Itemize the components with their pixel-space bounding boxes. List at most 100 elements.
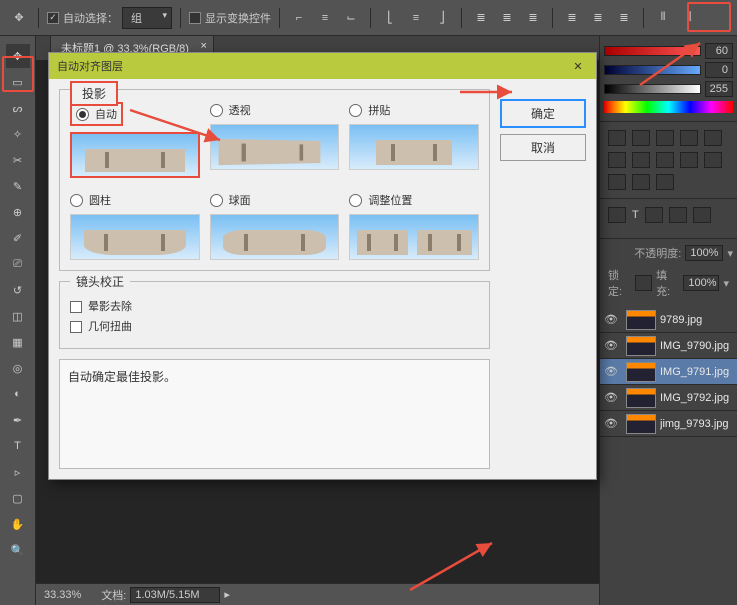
eyedropper-tool[interactable]: ✎ bbox=[6, 174, 30, 198]
align-vcenter-icon[interactable]: ≡ bbox=[314, 7, 336, 29]
slider-r-value[interactable]: 60 bbox=[705, 43, 733, 59]
adj-icon-5[interactable] bbox=[704, 130, 722, 146]
align-bottom-edges-icon[interactable]: ⌙ bbox=[340, 7, 362, 29]
close-tab-icon[interactable]: × bbox=[201, 40, 207, 52]
dodge-tool[interactable]: ◐ bbox=[6, 382, 30, 406]
adj-icon-2[interactable] bbox=[632, 130, 650, 146]
radio-perspective[interactable]: 透视 bbox=[210, 102, 340, 118]
layer-thumbnail[interactable] bbox=[626, 362, 656, 382]
distribute-top-icon[interactable]: ≣ bbox=[470, 7, 492, 29]
visibility-icon[interactable]: 👁 bbox=[600, 313, 622, 326]
layer-name[interactable]: 9789.jpg bbox=[660, 314, 737, 326]
adj-icon-9[interactable] bbox=[680, 152, 698, 168]
fill-label: 填充: bbox=[656, 267, 679, 299]
zoom-tool[interactable]: 🔍 bbox=[6, 538, 30, 562]
layer-thumbnail[interactable] bbox=[626, 310, 656, 330]
visibility-icon[interactable]: 👁 bbox=[600, 365, 622, 378]
layer-thumbnail[interactable] bbox=[626, 388, 656, 408]
visibility-icon[interactable]: 👁 bbox=[600, 391, 622, 404]
dialog-titlebar[interactable]: 自动对齐图层 ✕ bbox=[49, 53, 596, 79]
slider-g[interactable] bbox=[604, 65, 701, 75]
slider-b-value[interactable]: 255 bbox=[705, 81, 733, 97]
layer-filter-3-icon[interactable] bbox=[669, 207, 687, 223]
layer-filter-2-icon[interactable] bbox=[645, 207, 663, 223]
geo-distort-checkbox[interactable]: 几何扭曲 bbox=[70, 321, 132, 333]
adj-icon-3[interactable] bbox=[656, 130, 674, 146]
layer-thumbnail[interactable] bbox=[626, 336, 656, 356]
slider-g-value[interactable]: 0 bbox=[705, 62, 733, 78]
chevron-down-icon[interactable]: ▾ bbox=[727, 247, 733, 260]
path-select-tool[interactable]: ▹ bbox=[6, 460, 30, 484]
color-ramp[interactable] bbox=[604, 101, 733, 113]
auto-align-icon[interactable]: ⫴ bbox=[652, 7, 674, 29]
hand-tool[interactable]: ✋ bbox=[6, 512, 30, 536]
vignette-checkbox[interactable]: 晕影去除 bbox=[70, 301, 132, 313]
visibility-icon[interactable]: 👁 bbox=[600, 417, 622, 430]
clone-stamp-tool[interactable]: ⎚ bbox=[6, 252, 30, 276]
show-transform-checkbox[interactable] bbox=[189, 12, 201, 24]
radio-icon bbox=[70, 194, 83, 207]
adj-icon-10[interactable] bbox=[704, 152, 722, 168]
layer-name[interactable]: IMG_9790.jpg bbox=[660, 340, 737, 352]
adj-icon-6[interactable] bbox=[608, 152, 626, 168]
radio-collage[interactable]: 拼贴 bbox=[349, 102, 479, 118]
eraser-tool[interactable]: ◫ bbox=[6, 304, 30, 328]
radio-spherical[interactable]: 球面 bbox=[210, 192, 340, 208]
history-brush-tool[interactable]: ↺ bbox=[6, 278, 30, 302]
layer-row[interactable]: 👁 IMG_9792.jpg bbox=[600, 385, 737, 411]
distribute-bottom-icon[interactable]: ≣ bbox=[522, 7, 544, 29]
lasso-tool[interactable]: ᔕ bbox=[6, 96, 30, 120]
adj-icon-11[interactable] bbox=[608, 174, 626, 190]
rectangle-tool[interactable]: ▢ bbox=[6, 486, 30, 510]
magic-wand-tool[interactable]: ✧ bbox=[6, 122, 30, 146]
slider-r[interactable] bbox=[604, 46, 701, 56]
ok-button[interactable]: 确定 bbox=[500, 99, 586, 128]
pen-tool[interactable]: ✒ bbox=[6, 408, 30, 432]
close-icon[interactable]: ✕ bbox=[568, 56, 588, 76]
align-right-edges-icon[interactable]: ⎦ bbox=[431, 7, 453, 29]
chevron-down-icon-2[interactable]: ▾ bbox=[723, 277, 729, 290]
healing-brush-tool[interactable]: ⊕ bbox=[6, 200, 30, 224]
adj-icon-12[interactable] bbox=[632, 174, 650, 190]
fill-value[interactable]: 100% bbox=[683, 275, 719, 291]
auto-select-mode-dropdown[interactable]: 组 bbox=[122, 7, 172, 29]
radio-cylindrical[interactable]: 圆柱 bbox=[70, 192, 200, 208]
layer-thumbnail[interactable] bbox=[626, 414, 656, 434]
crop-tool[interactable]: ✂ bbox=[6, 148, 30, 172]
type-tool[interactable]: T bbox=[6, 434, 30, 458]
adj-icon-1[interactable] bbox=[608, 130, 626, 146]
zoom-level[interactable]: 33.33% bbox=[44, 589, 81, 601]
adj-icon-13[interactable] bbox=[656, 174, 674, 190]
align-left-edges-icon[interactable]: ⎣ bbox=[379, 7, 401, 29]
adj-icon-7[interactable] bbox=[632, 152, 650, 168]
opacity-value[interactable]: 100% bbox=[685, 245, 723, 261]
layer-row[interactable]: 👁 jimg_9793.jpg bbox=[600, 411, 737, 437]
layer-row[interactable]: 👁 IMG_9791.jpg bbox=[600, 359, 737, 385]
layer-name[interactable]: IMG_9792.jpg bbox=[660, 392, 737, 404]
layer-row[interactable]: 👁 IMG_9790.jpg bbox=[600, 333, 737, 359]
distribute-left-icon[interactable]: ≣ bbox=[561, 7, 583, 29]
distribute-right-icon[interactable]: ≣ bbox=[613, 7, 635, 29]
layer-name[interactable]: IMG_9791.jpg bbox=[660, 366, 737, 378]
brush-tool[interactable]: ✐ bbox=[6, 226, 30, 250]
adj-icon-4[interactable] bbox=[680, 130, 698, 146]
layer-row[interactable]: 👁 9789.jpg bbox=[600, 307, 737, 333]
blur-tool[interactable]: ◎ bbox=[6, 356, 30, 380]
cancel-button[interactable]: 取消 bbox=[500, 134, 586, 161]
layer-filter-icon[interactable] bbox=[608, 207, 626, 223]
doc-size-chevron-icon[interactable]: ▸ bbox=[224, 588, 230, 601]
layer-filter-4-icon[interactable] bbox=[693, 207, 711, 223]
align-hcenter-icon[interactable]: ≡ bbox=[405, 7, 427, 29]
adj-icon-8[interactable] bbox=[656, 152, 674, 168]
distribute-hcenter-icon[interactable]: ≣ bbox=[587, 7, 609, 29]
align-top-edges-icon[interactable]: ⌐ bbox=[288, 7, 310, 29]
layer-name[interactable]: jimg_9793.jpg bbox=[660, 418, 737, 430]
auto-select-checkbox[interactable]: ✓ bbox=[47, 12, 59, 24]
slider-b[interactable] bbox=[604, 84, 701, 94]
annotation-red-box-top-right bbox=[687, 2, 731, 32]
visibility-icon[interactable]: 👁 bbox=[600, 339, 622, 352]
lock-pixels-icon[interactable] bbox=[635, 275, 652, 291]
gradient-tool[interactable]: ▦ bbox=[6, 330, 30, 354]
radio-reposition[interactable]: 调整位置 bbox=[349, 192, 479, 208]
distribute-vcenter-icon[interactable]: ≣ bbox=[496, 7, 518, 29]
